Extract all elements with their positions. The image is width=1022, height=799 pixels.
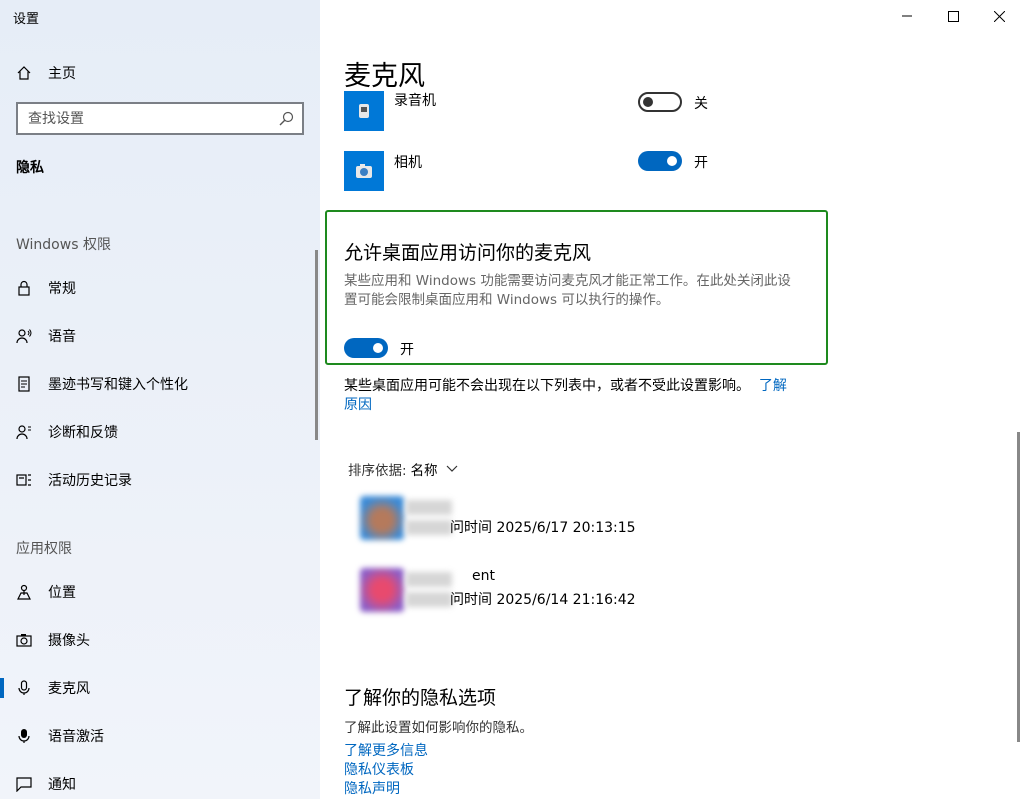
app-name: 录音机 — [394, 93, 436, 109]
app-icon — [360, 568, 404, 612]
microphone-icon — [16, 680, 32, 696]
camera-toggle[interactable] — [638, 151, 682, 171]
app-permissions-header: 应用权限 — [16, 541, 72, 557]
blurred-text — [406, 520, 452, 535]
lock-icon — [16, 280, 32, 296]
voice-activation-icon — [16, 728, 32, 744]
last-access-time: 问时间 2025/6/17 20:13:15 — [450, 520, 636, 536]
category-label: 隐私 — [16, 160, 44, 176]
app-name: 相机 — [394, 155, 422, 171]
sidebar-item-label: 摄像头 — [48, 633, 90, 649]
sidebar-item-label: 常规 — [48, 281, 76, 297]
sidebar-item-speech[interactable]: 语音 — [0, 316, 320, 356]
toggle-state-label: 开 — [400, 342, 414, 358]
camera-app-icon — [344, 151, 384, 191]
sort-value: 名称 — [410, 463, 438, 479]
app-icon — [360, 496, 404, 540]
list-item: 问时间 2025/6/17 20:13:15 — [360, 496, 660, 540]
minimize-icon — [902, 15, 912, 17]
sidebar-item-location[interactable]: 位置 — [0, 572, 320, 612]
sidebar-item-microphone[interactable]: 麦克风 — [0, 668, 320, 708]
section-description: 某些应用和 Windows 功能需要访问麦克风才能正常工作。在此处关闭此设置可能… — [344, 273, 791, 308]
windows-permissions-header: Windows 权限 — [16, 237, 111, 253]
home-icon — [16, 65, 32, 81]
desktop-apps-toggle[interactable] — [344, 338, 388, 358]
close-icon — [993, 10, 1005, 22]
sidebar-item-general[interactable]: 常规 — [0, 268, 320, 308]
timeline-icon — [16, 472, 32, 488]
blurred-text — [406, 592, 452, 607]
sidebar-item-notifications[interactable]: 通知 — [0, 764, 320, 799]
sidebar-item-label: 活动历史记录 — [48, 473, 132, 489]
privacy-dashboard-link[interactable]: 隐私仪表板 — [344, 759, 414, 779]
toggle-state-label: 开 — [694, 155, 708, 171]
list-item: ent 问时间 2025/6/14 21:16:42 — [360, 568, 660, 612]
main-scrollbar[interactable] — [1017, 432, 1020, 742]
last-access-time: 问时间 2025/6/14 21:16:42 — [450, 592, 636, 608]
note-text: 某些桌面应用可能不会出现在以下列表中，或者不受此设置影响。 了解原因 — [344, 378, 787, 413]
blurred-name — [406, 500, 452, 515]
toggle-state-label: 关 — [694, 96, 708, 112]
section-heading: 允许桌面应用访问你的麦克风 — [344, 242, 592, 264]
page-title: 麦克风 — [344, 61, 425, 92]
feedback-icon — [16, 424, 32, 440]
search-box[interactable] — [16, 102, 304, 135]
learn-more-link[interactable]: 了解更多信息 — [344, 740, 428, 760]
sidebar-item-diagnostics[interactable]: 诊断和反馈 — [0, 412, 320, 452]
voice-recorder-icon — [344, 91, 384, 131]
sidebar-item-label: 位置 — [48, 585, 76, 601]
document-pen-icon — [16, 376, 32, 392]
sidebar-item-label: 主页 — [48, 66, 76, 82]
maximize-icon — [947, 10, 959, 22]
chevron-down-icon — [446, 465, 457, 472]
sidebar-item-home[interactable]: 主页 — [0, 53, 320, 93]
sidebar-item-label: 语音 — [48, 329, 76, 345]
sidebar-item-label: 通知 — [48, 777, 76, 793]
sort-dropdown[interactable]: 排序依据: 名称 — [348, 459, 458, 479]
camera-icon — [16, 632, 32, 648]
minimize-button[interactable] — [884, 0, 930, 32]
sidebar-scrollbar[interactable] — [315, 250, 318, 440]
notification-icon — [16, 776, 32, 792]
sidebar-item-label: 麦克风 — [48, 681, 90, 697]
window-title: 设置 — [13, 12, 40, 27]
sidebar-item-camera[interactable]: 摄像头 — [0, 620, 320, 660]
sidebar-item-label: 诊断和反馈 — [48, 425, 118, 441]
app-name: ent — [472, 568, 495, 584]
maximize-button[interactable] — [930, 0, 976, 32]
close-button[interactable] — [976, 0, 1022, 32]
list-item: 相机 — [344, 151, 744, 191]
sidebar-item-label: 语音激活 — [48, 729, 104, 745]
voice-recorder-toggle[interactable] — [638, 92, 682, 112]
search-input[interactable] — [18, 110, 278, 127]
main-content: 麦克风 录音机 关 相机 开 允许桌面应用访问你的麦克风 某些应用和 Windo… — [320, 0, 1022, 799]
privacy-text: 了解此设置如何影响你的隐私。 — [344, 720, 533, 736]
location-icon — [16, 584, 32, 600]
speech-icon — [16, 328, 32, 344]
sidebar-item-label: 墨迹书写和键入个性化 — [48, 377, 188, 393]
list-item: 录音机 — [344, 91, 744, 131]
sidebar-item-voice-activation[interactable]: 语音激活 — [0, 716, 320, 756]
privacy-statement-link[interactable]: 隐私声明 — [344, 778, 400, 798]
sidebar-item-activity[interactable]: 活动历史记录 — [0, 460, 320, 500]
search-icon[interactable] — [278, 111, 294, 127]
privacy-heading: 了解你的隐私选项 — [344, 687, 497, 709]
sort-label: 排序依据: — [348, 463, 407, 479]
blurred-name — [406, 572, 452, 587]
sidebar-item-inking[interactable]: 墨迹书写和键入个性化 — [0, 364, 320, 404]
sidebar: 设置 主页 隐私 Windows 权限 常规 语音 墨迹书写和键入个性化 — [0, 0, 320, 799]
